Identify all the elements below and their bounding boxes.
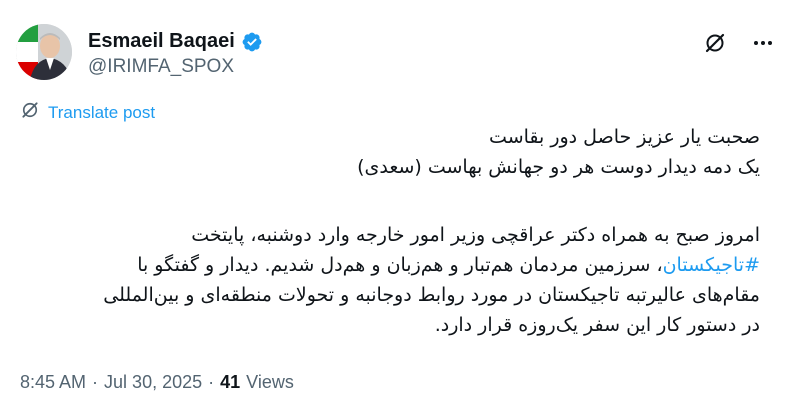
post-line-5: مقام‌های عالیرتبه تاجیکستان در مورد رواب… bbox=[103, 284, 760, 306]
tweet: Esmaeil Baqaei @IRIMFA_SPOX Translate po… bbox=[0, 0, 800, 417]
author-handle[interactable]: @IRIMFA_SPOX bbox=[88, 56, 234, 78]
post-line-1: صحبت یار عزیز حاصل دور بقاست bbox=[489, 126, 760, 148]
author-name[interactable]: Esmaeil Baqaei bbox=[88, 30, 235, 53]
post-line-4: #تاجیکستان، سرزمین مردمان هم‌تبار و هم‌ز… bbox=[20, 250, 760, 280]
grok-icon[interactable] bbox=[702, 30, 728, 56]
avatar[interactable] bbox=[16, 24, 72, 80]
post-line-2: یک دمه دیدار دوست هر دو جهانش بهاست (سعد… bbox=[357, 156, 760, 178]
hashtag-suffix: ، bbox=[650, 254, 663, 276]
name-row: Esmaeil Baqaei bbox=[88, 30, 263, 53]
post-date[interactable]: Jul 30, 2025 bbox=[104, 372, 202, 393]
top-actions bbox=[702, 30, 776, 56]
post-line-6: در دستور کار این سفر یک‌روزه قرار دارد. bbox=[434, 314, 760, 336]
tweet-header: Esmaeil Baqaei @IRIMFA_SPOX bbox=[16, 24, 776, 80]
views-label: Views bbox=[246, 372, 294, 392]
translate-post-label: Translate post bbox=[48, 102, 156, 122]
more-icon[interactable] bbox=[750, 30, 776, 56]
meta-separator: · bbox=[92, 372, 99, 392]
post-time[interactable]: 8:45 AM bbox=[20, 372, 86, 393]
verified-badge-icon bbox=[241, 31, 263, 53]
views-count: 41 bbox=[220, 372, 241, 392]
meta-separator: · bbox=[208, 372, 215, 392]
post-line-3: امروز صبح به همراه دکتر عراقچی وزیر امور… bbox=[191, 224, 760, 246]
hashtag-link[interactable]: #تاجیکستان bbox=[663, 254, 760, 276]
post-text: صحبت یار عزیز حاصل دور بقاست یک دمه دیدا… bbox=[20, 122, 760, 340]
post-meta: 8:45 AM · Jul 30, 2025 · 41 Views bbox=[20, 372, 294, 393]
post-line-4-text: سرزمین مردمان هم‌تبار و هم‌زبان و هم‌دل … bbox=[137, 254, 651, 276]
